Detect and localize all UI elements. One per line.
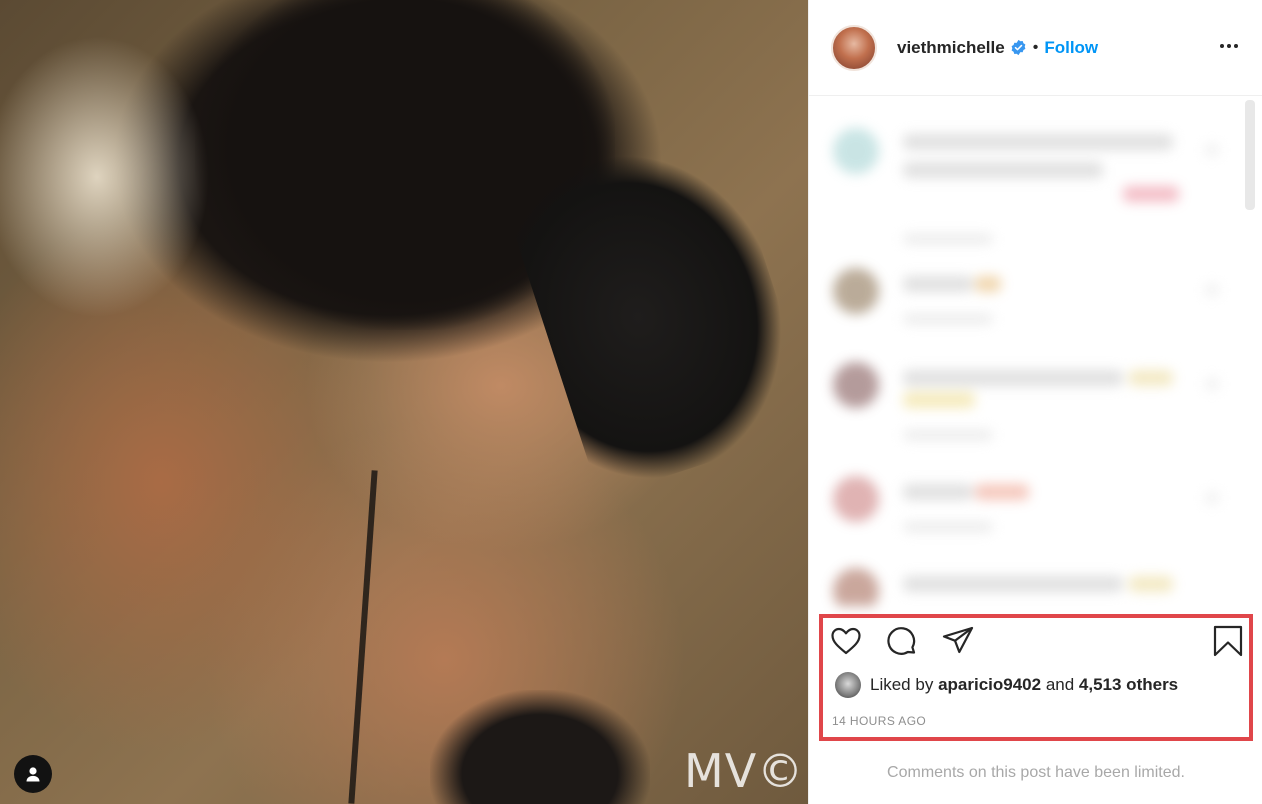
likes-summary: Liked by aparicio9402 and 4,513 others <box>835 670 1178 700</box>
follow-button[interactable]: Follow <box>1044 38 1098 58</box>
comments-limited-notice: Comments on this post have been limited. <box>887 764 1185 781</box>
share-button[interactable] <box>941 624 975 658</box>
post-image[interactable]: MV© <box>0 0 808 804</box>
author-username[interactable]: viethmichelle <box>897 38 1005 58</box>
likes-prefix: Liked by <box>870 675 934 694</box>
post-header: viethmichelle • Follow <box>809 0 1262 96</box>
comment-like-icon <box>1205 378 1219 390</box>
comment-like-icon <box>1205 144 1219 156</box>
user-tag-icon <box>26 767 40 782</box>
comment-avatar <box>833 268 879 314</box>
comment-meta <box>903 234 993 244</box>
like-button[interactable] <box>829 624 863 658</box>
comment-text <box>903 162 1103 178</box>
photo-region-strap <box>348 470 378 804</box>
post-actions-highlight: Liked by aparicio9402 and 4,513 others 1… <box>819 614 1253 741</box>
comment-avatar <box>833 362 879 408</box>
comment-text <box>903 484 973 500</box>
heart-icon <box>831 627 861 655</box>
comment-like-icon <box>1205 284 1219 296</box>
author-avatar[interactable] <box>831 24 877 71</box>
likes-and: and <box>1045 675 1075 694</box>
comment-meta <box>903 314 993 324</box>
comment-emoji <box>903 392 975 408</box>
comment-avatar <box>833 476 879 522</box>
comment-text <box>903 576 1123 592</box>
more-options-icon[interactable] <box>1217 34 1241 58</box>
comment-text <box>903 370 1123 386</box>
comments-scrollbar[interactable] <box>1245 100 1255 210</box>
liker-avatar[interactable] <box>835 672 861 698</box>
user-tag-button[interactable] <box>14 755 52 793</box>
save-button[interactable] <box>1211 624 1245 658</box>
liker-username-link[interactable]: aparicio9402 <box>938 675 1041 694</box>
comment-emoji <box>1123 186 1179 202</box>
comment-avatar <box>833 128 879 174</box>
comment-emoji <box>975 276 1001 292</box>
likes-text: Liked by aparicio9402 and 4,513 others <box>870 675 1178 695</box>
bookmark-icon <box>1213 625 1243 657</box>
comment-emoji <box>1129 576 1173 592</box>
post-side-panel: viethmichelle • Follow Liked by aparicio… <box>808 0 1262 804</box>
likes-others-link[interactable]: 4,513 others <box>1079 675 1178 694</box>
paper-plane-icon <box>942 626 974 654</box>
photo-watermark: MV© <box>684 744 805 798</box>
comment-emoji <box>975 484 1029 500</box>
post-timestamp[interactable]: 14 HOURS AGO <box>832 714 926 728</box>
comment-meta <box>903 522 993 532</box>
header-separator: • <box>1032 38 1039 56</box>
comment-like-icon <box>1205 492 1219 504</box>
comment-icon <box>887 627 916 655</box>
photo-region-top <box>430 690 650 804</box>
comment-button[interactable] <box>885 624 919 658</box>
comment-text <box>903 134 1173 150</box>
comment-emoji <box>1129 370 1173 386</box>
verified-badge-icon <box>1011 39 1026 56</box>
comment-text <box>903 276 973 292</box>
comment-meta <box>903 430 993 440</box>
comments-list-blurred <box>819 110 1249 606</box>
comment-avatar <box>833 568 879 606</box>
photo-region-cap <box>501 122 808 498</box>
